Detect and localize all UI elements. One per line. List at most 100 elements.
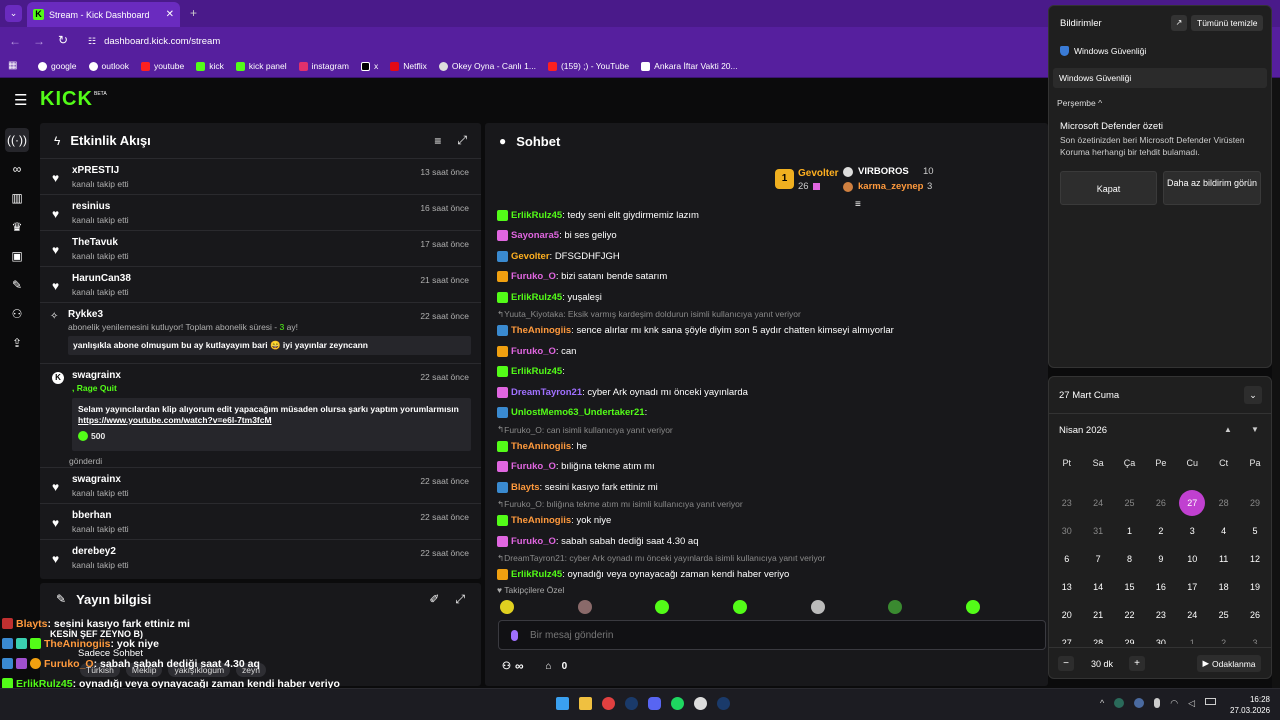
calendar-day[interactable]: 25	[1208, 601, 1239, 629]
calendar-day[interactable]: 27	[1051, 629, 1082, 644]
popout-icon[interactable]: ⤢	[455, 592, 465, 607]
github-icon[interactable]	[694, 697, 707, 710]
calendar-day[interactable]: 30	[1051, 517, 1082, 545]
chat-username[interactable]: Furuko_O	[511, 536, 556, 547]
calendar-day[interactable]: 14	[1082, 573, 1113, 601]
top-gifter-name[interactable]: Gevolter	[798, 168, 839, 179]
video-nav-icon[interactable]: ▣	[5, 244, 29, 268]
calendar-day[interactable]: 19	[1239, 573, 1270, 601]
calendar-day[interactable]: 5	[1239, 517, 1270, 545]
emote-icon[interactable]	[732, 600, 747, 614]
rage-user[interactable]: swagrainx	[72, 370, 471, 381]
calendar-day[interactable]: 6	[1051, 545, 1082, 573]
bookmark-kick-panel[interactable]: kick panel	[235, 61, 287, 71]
chat-username[interactable]: ErlikRulz45	[511, 366, 562, 377]
calendar-day[interactable]: 24	[1082, 489, 1113, 517]
calendar-day[interactable]: 23	[1145, 601, 1176, 629]
file-explorer-icon[interactable]	[579, 697, 592, 710]
browser-tab[interactable]: K Stream - Kick Dashboard ✕	[27, 2, 180, 27]
chat-username[interactable]: TheAninogiis	[511, 325, 571, 336]
close-notif-button[interactable]: Kapat	[1060, 171, 1157, 205]
collapse-calendar-button[interactable]: ⌄	[1244, 386, 1262, 404]
activity-user[interactable]: bberhan	[72, 510, 471, 521]
activity-user[interactable]: TheTavuk	[72, 237, 471, 248]
tools-nav-icon[interactable]: ✎	[5, 273, 29, 297]
focus-minus-button[interactable]: −	[1058, 656, 1074, 671]
calendar-day[interactable]: 17	[1177, 573, 1208, 601]
calendar-day[interactable]: 29	[1239, 489, 1270, 517]
reload-icon[interactable]: ↻	[58, 33, 68, 47]
popout-icon[interactable]: ⤢	[457, 133, 467, 148]
calendar-day[interactable]: 22	[1114, 601, 1145, 629]
tray-mic-icon[interactable]	[1154, 698, 1161, 708]
chat-username[interactable]: TheAninogiis	[511, 515, 571, 526]
calendar-day[interactable]: 10	[1177, 545, 1208, 573]
calendar-day[interactable]: 26	[1145, 489, 1176, 517]
calendar-day[interactable]: 15	[1114, 573, 1145, 601]
emote-icon[interactable]	[655, 600, 670, 614]
notif-day[interactable]: Perşembe ^	[1057, 98, 1102, 108]
calendar-day[interactable]: 9	[1145, 545, 1176, 573]
prev-month-icon[interactable]: ▲	[1224, 425, 1232, 434]
filter-icon[interactable]: ≡	[434, 134, 441, 148]
calendar-month[interactable]: Nisan 2026	[1059, 425, 1107, 436]
chat-username[interactable]: UnlostMemo63_Undertaker21	[511, 407, 645, 418]
analytics-nav-icon[interactable]: ▥	[5, 186, 29, 210]
chat-username[interactable]: Furuko_O	[511, 271, 556, 282]
trophy-nav-icon[interactable]: ♛	[5, 215, 29, 239]
chat-username[interactable]: TheAninogiis	[511, 441, 571, 452]
tab-list-button[interactable]: ⌄	[5, 5, 22, 22]
calendar-day[interactable]: 16	[1145, 573, 1176, 601]
calendar-day[interactable]: 29	[1114, 629, 1145, 644]
start-icon[interactable]	[556, 697, 569, 710]
calendar-day[interactable]: 12	[1239, 545, 1270, 573]
battery-icon[interactable]	[1205, 698, 1217, 705]
emote-icon[interactable]	[577, 600, 592, 614]
tab-close-icon[interactable]: ✕	[166, 9, 174, 20]
calendar-day[interactable]: 27	[1179, 490, 1206, 516]
bookmark-kick[interactable]: kick	[196, 61, 224, 71]
calendar-day[interactable]: 28	[1208, 489, 1239, 517]
chat-username[interactable]: ErlikRulz45	[511, 210, 562, 221]
activity-user[interactable]: resinius	[72, 201, 471, 212]
calendar-day[interactable]: 2	[1145, 517, 1176, 545]
calendar-day[interactable]: 20	[1051, 601, 1082, 629]
chat-username[interactable]: DreamTayron21	[511, 387, 582, 398]
chat-username[interactable]: ErlikRulz45	[511, 292, 562, 303]
chat-username[interactable]: Blayts	[511, 482, 540, 493]
sub-user[interactable]: Rykke3	[68, 309, 471, 320]
calendar-day[interactable]: 7	[1082, 545, 1113, 573]
steam-icon[interactable]	[625, 697, 638, 710]
bookmark-okey[interactable]: Okey Oyna - Canlı 1...	[438, 61, 536, 71]
chat-username[interactable]: ErlikRulz45	[511, 569, 562, 580]
back-icon[interactable]: ←	[9, 34, 21, 48]
calendar-day[interactable]: 13	[1051, 573, 1082, 601]
link-nav-icon[interactable]: ∞	[5, 157, 29, 181]
bookmark-x[interactable]: x	[360, 61, 378, 71]
menu-icon[interactable]: ☰	[14, 91, 27, 109]
calendar-day[interactable]: 11	[1208, 545, 1239, 573]
next-month-icon[interactable]: ▼	[1251, 425, 1259, 434]
site-info-icon[interactable]: ☷	[88, 36, 96, 47]
spotify-icon[interactable]	[671, 697, 684, 710]
bookmark-netflix[interactable]: Netflix	[390, 61, 427, 71]
chat-username[interactable]: Furuko_O	[511, 346, 556, 357]
calendar-day[interactable]: 1	[1114, 517, 1145, 545]
bookmark-outlook[interactable]: outlook	[88, 61, 129, 71]
clock[interactable]: 16:28 27.03.2026	[1230, 694, 1270, 716]
kick-logo[interactable]: KICK	[40, 88, 93, 111]
forward-icon[interactable]: →	[33, 34, 45, 48]
volume-icon[interactable]: ◁	[1188, 698, 1195, 709]
calendar-day[interactable]: 30	[1145, 629, 1176, 644]
calendar-day[interactable]: 26	[1239, 601, 1270, 629]
bookmark-instagram[interactable]: instagram	[298, 61, 349, 71]
calendar-day[interactable]: 3	[1177, 517, 1208, 545]
url-field[interactable]: ☷ dashboard.kick.com/stream	[80, 31, 1040, 52]
calendar-day[interactable]: 25	[1114, 489, 1145, 517]
upload-nav-icon[interactable]: ⇪	[5, 331, 29, 355]
mic-icon[interactable]	[511, 629, 518, 641]
calendar-day[interactable]: 28	[1082, 629, 1113, 644]
tray-chevron-icon[interactable]: ^	[1100, 698, 1104, 709]
activity-user[interactable]: HarunCan38	[72, 273, 471, 284]
notif-group-collapsed[interactable]: Windows Güvenliği	[1053, 68, 1267, 88]
